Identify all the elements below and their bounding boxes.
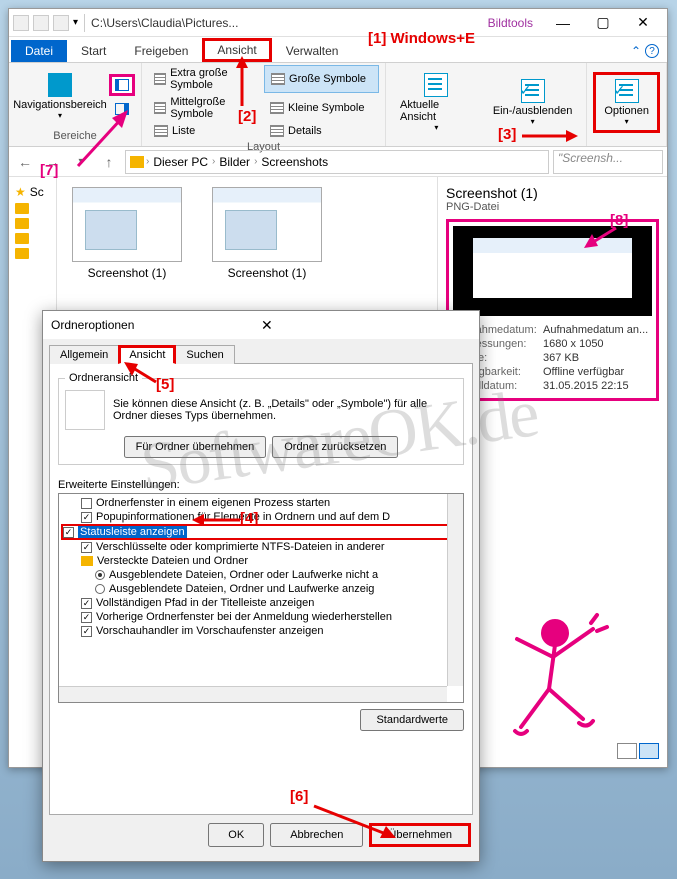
dialog-tab-ansicht[interactable]: Ansicht xyxy=(118,345,176,364)
current-view-icon xyxy=(424,73,448,97)
sidebar-folder[interactable] xyxy=(15,231,50,246)
window-path: C:\Users\Claudia\Pictures... xyxy=(91,16,478,30)
folder-icon xyxy=(15,218,29,229)
layout-extra-large[interactable]: Extra große Symbole xyxy=(148,65,263,93)
dialog-close-button[interactable]: ✕ xyxy=(261,317,471,334)
tab-ansicht[interactable]: Ansicht xyxy=(202,38,271,62)
maximize-button[interactable]: ▢ xyxy=(583,11,623,35)
thumbnail-image xyxy=(72,187,182,262)
advanced-settings-label: Erweiterte Einstellungen: xyxy=(58,479,464,491)
sidebar-folder[interactable] xyxy=(15,216,50,231)
folder-view-group: Ordneransicht Sie können diese Ansicht (… xyxy=(58,372,464,465)
file-thumbnail[interactable]: Screenshot (1) xyxy=(207,187,327,280)
statusbar-view-buttons xyxy=(617,743,659,759)
apply-button[interactable]: Übernehmen xyxy=(369,823,471,847)
folder-icon xyxy=(81,556,93,566)
preview-filetype: PNG-Datei xyxy=(446,201,659,213)
star-icon: ★ xyxy=(15,185,26,199)
titlebar: ▾ C:\Users\Claudia\Pictures... Bildtools… xyxy=(9,9,667,37)
forward-button[interactable]: → xyxy=(41,150,65,174)
checkbox[interactable] xyxy=(81,498,92,509)
ribbon-expand-icon[interactable]: ⌃ xyxy=(631,44,641,58)
dialog-tab-suchen[interactable]: Suchen xyxy=(175,345,234,364)
back-button[interactable]: ← xyxy=(13,150,37,174)
checkbox[interactable] xyxy=(81,598,92,609)
sidebar-quick-access[interactable]: ★Sc xyxy=(15,183,50,201)
minimize-button[interactable]: — xyxy=(543,11,583,35)
up-button[interactable]: ↑ xyxy=(97,150,121,174)
folder-icon xyxy=(15,248,29,259)
checkbox[interactable] xyxy=(81,626,92,637)
qat-new-icon[interactable] xyxy=(53,15,69,31)
details-pane-button[interactable] xyxy=(109,98,135,120)
checkbox[interactable] xyxy=(81,612,92,623)
show-hide-icon xyxy=(521,79,545,103)
help-icon[interactable]: ? xyxy=(645,44,659,58)
folder-view-icon xyxy=(65,390,105,430)
tab-verwalten[interactable]: Verwalten xyxy=(272,40,353,62)
options-button[interactable]: Optionen▾ xyxy=(593,72,660,133)
apply-to-folders-button[interactable]: Für Ordner übernehmen xyxy=(124,436,267,458)
preview-image xyxy=(453,226,652,316)
cancel-button[interactable]: Abbrechen xyxy=(270,823,363,847)
ok-button[interactable]: OK xyxy=(208,823,264,847)
ribbon-tabs: Datei Start Freigeben Ansicht Verwalten … xyxy=(9,37,667,63)
scrollbar-vertical[interactable] xyxy=(447,494,463,686)
layout-details[interactable]: Details xyxy=(264,123,379,139)
navigation-pane-button[interactable]: Navigationsbereich ▾ xyxy=(15,73,105,120)
sidebar-folder[interactable] xyxy=(15,246,50,261)
options-icon xyxy=(615,79,639,103)
folder-options-dialog: Ordneroptionen ✕ Allgemein Ansicht Suche… xyxy=(42,310,480,862)
dialog-titlebar: Ordneroptionen ✕ xyxy=(43,311,479,339)
view-thumbnails-button[interactable] xyxy=(639,743,659,759)
address-bar[interactable]: › Dieser PC› Bilder› Screenshots xyxy=(125,150,549,174)
navbar: ← → ▾ ↑ › Dieser PC› Bilder› Screenshots… xyxy=(9,147,667,177)
defaults-button[interactable]: Standardwerte xyxy=(360,709,464,731)
show-hide-button[interactable]: Ein-/ausblenden▾ xyxy=(485,75,581,130)
layout-small[interactable]: Kleine Symbole xyxy=(264,94,379,122)
tab-datei[interactable]: Datei xyxy=(11,40,67,62)
layout-large[interactable]: Große Symbole xyxy=(264,65,379,93)
checkbox[interactable] xyxy=(81,542,92,553)
dialog-tab-allgemein[interactable]: Allgemein xyxy=(49,345,119,364)
qat-props-icon[interactable] xyxy=(33,15,49,31)
tab-freigeben[interactable]: Freigeben xyxy=(120,40,202,62)
radio[interactable] xyxy=(95,584,105,594)
search-input[interactable]: "Screensh... xyxy=(553,150,663,174)
sidebar-folder[interactable] xyxy=(15,201,50,216)
stick-figure xyxy=(497,609,617,749)
folder-icon xyxy=(130,156,144,168)
current-view-button[interactable]: Aktuelle Ansicht▾ xyxy=(392,69,481,136)
checkbox[interactable] xyxy=(81,512,92,523)
contextual-tab[interactable]: Bildtools xyxy=(478,14,543,32)
folder-icon xyxy=(15,203,29,214)
view-details-button[interactable] xyxy=(617,743,637,759)
tab-start[interactable]: Start xyxy=(67,40,120,62)
layout-medium[interactable]: Mittelgroße Symbole xyxy=(148,94,263,122)
radio[interactable] xyxy=(95,570,105,580)
scrollbar-horizontal[interactable] xyxy=(59,686,447,702)
preview-pane-button[interactable] xyxy=(109,74,135,96)
folder-icon xyxy=(13,15,29,31)
preview-title: Screenshot (1) xyxy=(446,185,659,201)
close-button[interactable]: ✕ xyxy=(623,11,663,35)
checkbox-statusleiste[interactable] xyxy=(63,527,74,538)
qat-dropdown-icon[interactable]: ▾ xyxy=(73,17,78,28)
thumbnail-image xyxy=(212,187,322,262)
file-thumbnail[interactable]: Screenshot (1) xyxy=(67,187,187,280)
history-dropdown[interactable]: ▾ xyxy=(69,150,93,174)
advanced-settings-tree[interactable]: Ordnerfenster in einem eigenen Prozess s… xyxy=(58,493,464,703)
folder-icon xyxy=(15,233,29,244)
navigation-pane-icon xyxy=(48,73,72,97)
reset-folders-button[interactable]: Ordner zurücksetzen xyxy=(272,436,398,458)
ribbon: Navigationsbereich ▾ Bereiche Extra groß… xyxy=(9,63,667,147)
layout-list[interactable]: Liste xyxy=(148,123,263,139)
